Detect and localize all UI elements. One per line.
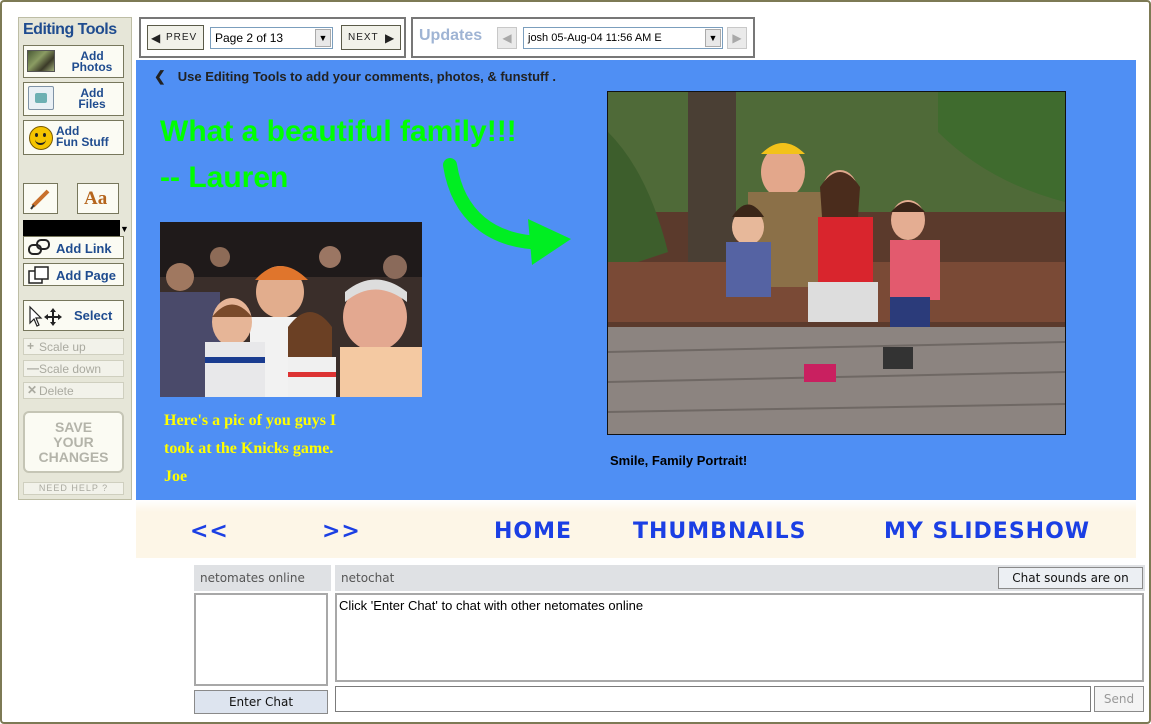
arrow-right-icon: ▶: [385, 31, 396, 45]
scale-up-button[interactable]: + Scale up: [23, 338, 124, 355]
chat-input[interactable]: [335, 686, 1091, 712]
prev-label: PREV: [166, 32, 198, 43]
add-page-button[interactable]: Add Page: [23, 263, 124, 286]
chat-sounds-button[interactable]: Chat sounds are on: [998, 567, 1143, 589]
page-select[interactable]: Page 2 of 13 ▼: [210, 27, 333, 49]
save-label-2: YOUR: [53, 434, 94, 450]
comment-line-2[interactable]: -- Lauren: [160, 161, 288, 195]
text-tool-button[interactable]: Aa: [77, 183, 119, 214]
delete-button[interactable]: ✕ Delete: [23, 382, 124, 399]
chat-message: Click 'Enter Chat' to chat with other ne…: [339, 598, 644, 613]
knicks-game-photo[interactable]: [160, 222, 422, 397]
updates-label: Updates: [419, 27, 483, 44]
editing-tools-panel: Editing Tools Add Photos Add Files Add F…: [18, 17, 132, 500]
scale-down-label: Scale down: [39, 362, 102, 376]
save-label-1: SAVE: [54, 419, 93, 435]
right-photo-caption[interactable]: Smile, Family Portrait!: [610, 453, 747, 468]
need-help-button[interactable]: NEED HELP ?: [23, 482, 124, 495]
pencil-icon: [30, 189, 50, 210]
minus-icon: —: [27, 361, 39, 375]
add-photos-label-2: Photos: [71, 60, 113, 74]
arrow-right-icon: ▶: [732, 31, 742, 45]
family-portrait-photo[interactable]: [607, 91, 1066, 435]
pointer-move-icon: [29, 305, 62, 327]
scale-down-button[interactable]: — Scale down: [23, 360, 124, 377]
scrapbook-page: ❮ Use Editing Tools to add your comments,…: [136, 60, 1136, 500]
page-select-value: Page 2 of 13: [215, 31, 284, 45]
select-label: Select: [74, 308, 113, 323]
add-link-button[interactable]: Add Link: [23, 236, 124, 259]
select-button[interactable]: Select: [23, 300, 124, 331]
bottom-navigation: << >> HOME THUMBNAILS MY SLIDESHOW: [136, 500, 1136, 558]
updates-select[interactable]: josh 05-Aug-04 11:56 AM E ▼: [523, 27, 723, 49]
add-files-button[interactable]: Add Files: [23, 82, 124, 116]
left-caption-line-2: took at the Knicks game.: [164, 440, 334, 457]
instruction-text: ❮ Use Editing Tools to add your comments,…: [154, 68, 556, 85]
left-caption-line-3: Joe: [164, 468, 188, 485]
next-link[interactable]: >>: [322, 519, 361, 544]
photos-icon: [27, 50, 55, 72]
page-icon: [28, 266, 49, 284]
send-button[interactable]: Send: [1094, 686, 1144, 712]
updates-prev-button[interactable]: ◀: [497, 27, 517, 49]
add-page-label: Add Page: [56, 268, 116, 283]
x-icon: ✕: [27, 383, 38, 397]
updates-navigator: Updates ◀ josh 05-Aug-04 11:56 AM E ▼ ▶: [411, 17, 755, 58]
updates-select-value: josh 05-Aug-04 11:56 AM E: [528, 32, 662, 44]
my-slideshow-link[interactable]: MY SLIDESHOW: [884, 519, 1090, 544]
prev-page-button[interactable]: ◀ PREV: [147, 25, 204, 50]
arrow-left-icon: ◀: [502, 31, 512, 45]
editing-tools-title: Editing Tools: [23, 21, 117, 38]
chevron-down-icon: ▼: [705, 29, 721, 47]
add-fun-stuff-button[interactable]: Add Fun Stuff: [23, 120, 124, 155]
page-navigator: ◀ PREV Page 2 of 13 ▼ NEXT ▶: [139, 17, 406, 58]
add-files-label-2: Files: [78, 97, 106, 111]
chat-header-label: netochat: [341, 571, 395, 585]
draw-tool-button[interactable]: [23, 183, 58, 214]
left-caption-line-1: Here's a pic of you guys I: [164, 412, 337, 429]
next-page-button[interactable]: NEXT ▶: [341, 25, 401, 50]
add-link-label: Add Link: [56, 241, 112, 256]
online-list-header: netomates online: [194, 565, 331, 591]
save-label-3: CHANGES: [38, 449, 109, 465]
prev-link[interactable]: <<: [190, 519, 229, 544]
online-users-list[interactable]: [194, 593, 328, 686]
chevron-left-icon: ❮: [154, 68, 166, 84]
add-photos-button[interactable]: Add Photos: [23, 45, 124, 78]
scale-up-label: Scale up: [39, 340, 86, 354]
smiley-icon: [29, 126, 53, 150]
link-icon: [28, 239, 50, 255]
enter-chat-button[interactable]: Enter Chat: [194, 690, 328, 714]
instruction-label: Use Editing Tools to add your comments, …: [177, 69, 556, 84]
left-photo-caption[interactable]: Here's a pic of you guys I took at the K…: [164, 407, 414, 491]
updates-next-button[interactable]: ▶: [727, 27, 747, 49]
plus-icon: +: [27, 339, 35, 353]
next-label: NEXT: [348, 32, 379, 43]
delete-label: Delete: [39, 384, 74, 398]
chat-messages: Click 'Enter Chat' to chat with other ne…: [335, 593, 1144, 682]
text-tool-label: Aa: [84, 188, 108, 209]
comment-line-1[interactable]: What a beautiful family!!!: [160, 115, 517, 149]
files-icon: [28, 86, 54, 110]
save-changes-button[interactable]: SAVE YOUR CHANGES: [23, 411, 124, 473]
add-fun-label-2: Fun Stuff: [56, 135, 109, 149]
arrow-left-icon: ◀: [151, 31, 162, 45]
green-arrow-sticker[interactable]: [436, 155, 586, 270]
chevron-down-icon: ▼: [315, 29, 331, 47]
home-link[interactable]: HOME: [494, 519, 572, 544]
thumbnails-link[interactable]: THUMBNAILS: [633, 519, 806, 544]
